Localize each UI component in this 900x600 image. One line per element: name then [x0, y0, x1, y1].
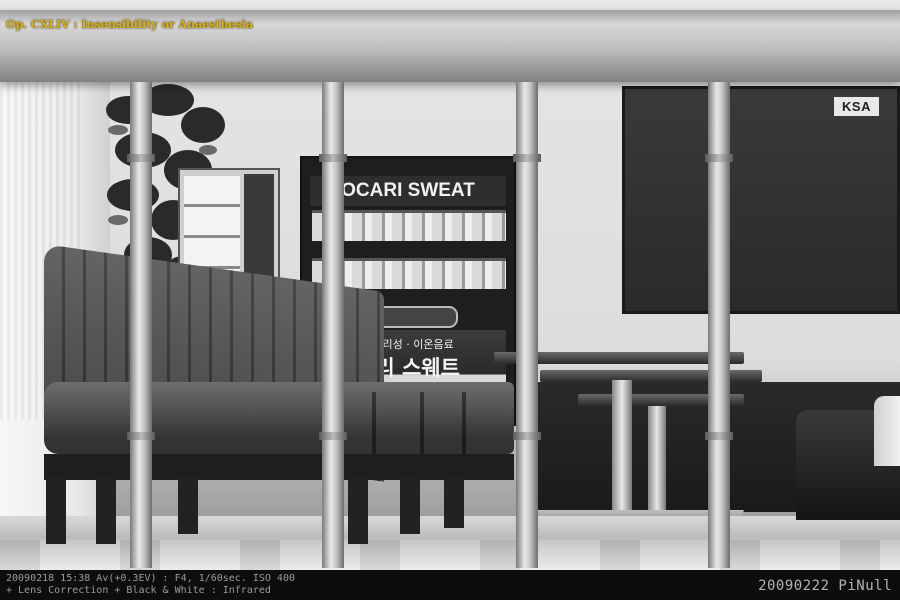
sofa-seat-crease [372, 392, 376, 454]
sofa-leg [46, 478, 66, 544]
exif-line-2: + Lens Correction + Black & White : Infr… [6, 585, 271, 596]
railing-post [127, 82, 155, 568]
railing-post [319, 82, 347, 568]
sofa-leg [96, 478, 116, 544]
photo-caption: Op. CXLIV : Insensibility or Anaesthesia [6, 18, 253, 31]
railing-post [513, 82, 541, 568]
photo-frame: KSA OCARI SWEAT 알칼리성 · 이온음료 카리 스웨트 Op. C… [0, 0, 900, 600]
right-armchair-arm [874, 396, 900, 466]
sofa-leg [178, 478, 198, 534]
sofa-seat-crease [462, 392, 466, 454]
sofa-seat [44, 382, 514, 454]
sofa-leg [348, 478, 368, 544]
wall-sign: KSA [834, 97, 879, 116]
table-leg-front [612, 380, 632, 520]
railing-post [705, 82, 733, 568]
photographer-signature: 20090222 PiNull [758, 578, 892, 594]
table-leg-back [648, 406, 666, 510]
exif-line-1: 20090218 15:38 Av(+0.3EV) : F4, 1/60sec.… [6, 573, 295, 584]
sofa-leg [444, 478, 464, 528]
sofa-leg [400, 478, 420, 534]
sofa-seat-crease [420, 392, 424, 454]
wall-board: KSA [622, 86, 900, 314]
sofa-frame [44, 454, 514, 480]
